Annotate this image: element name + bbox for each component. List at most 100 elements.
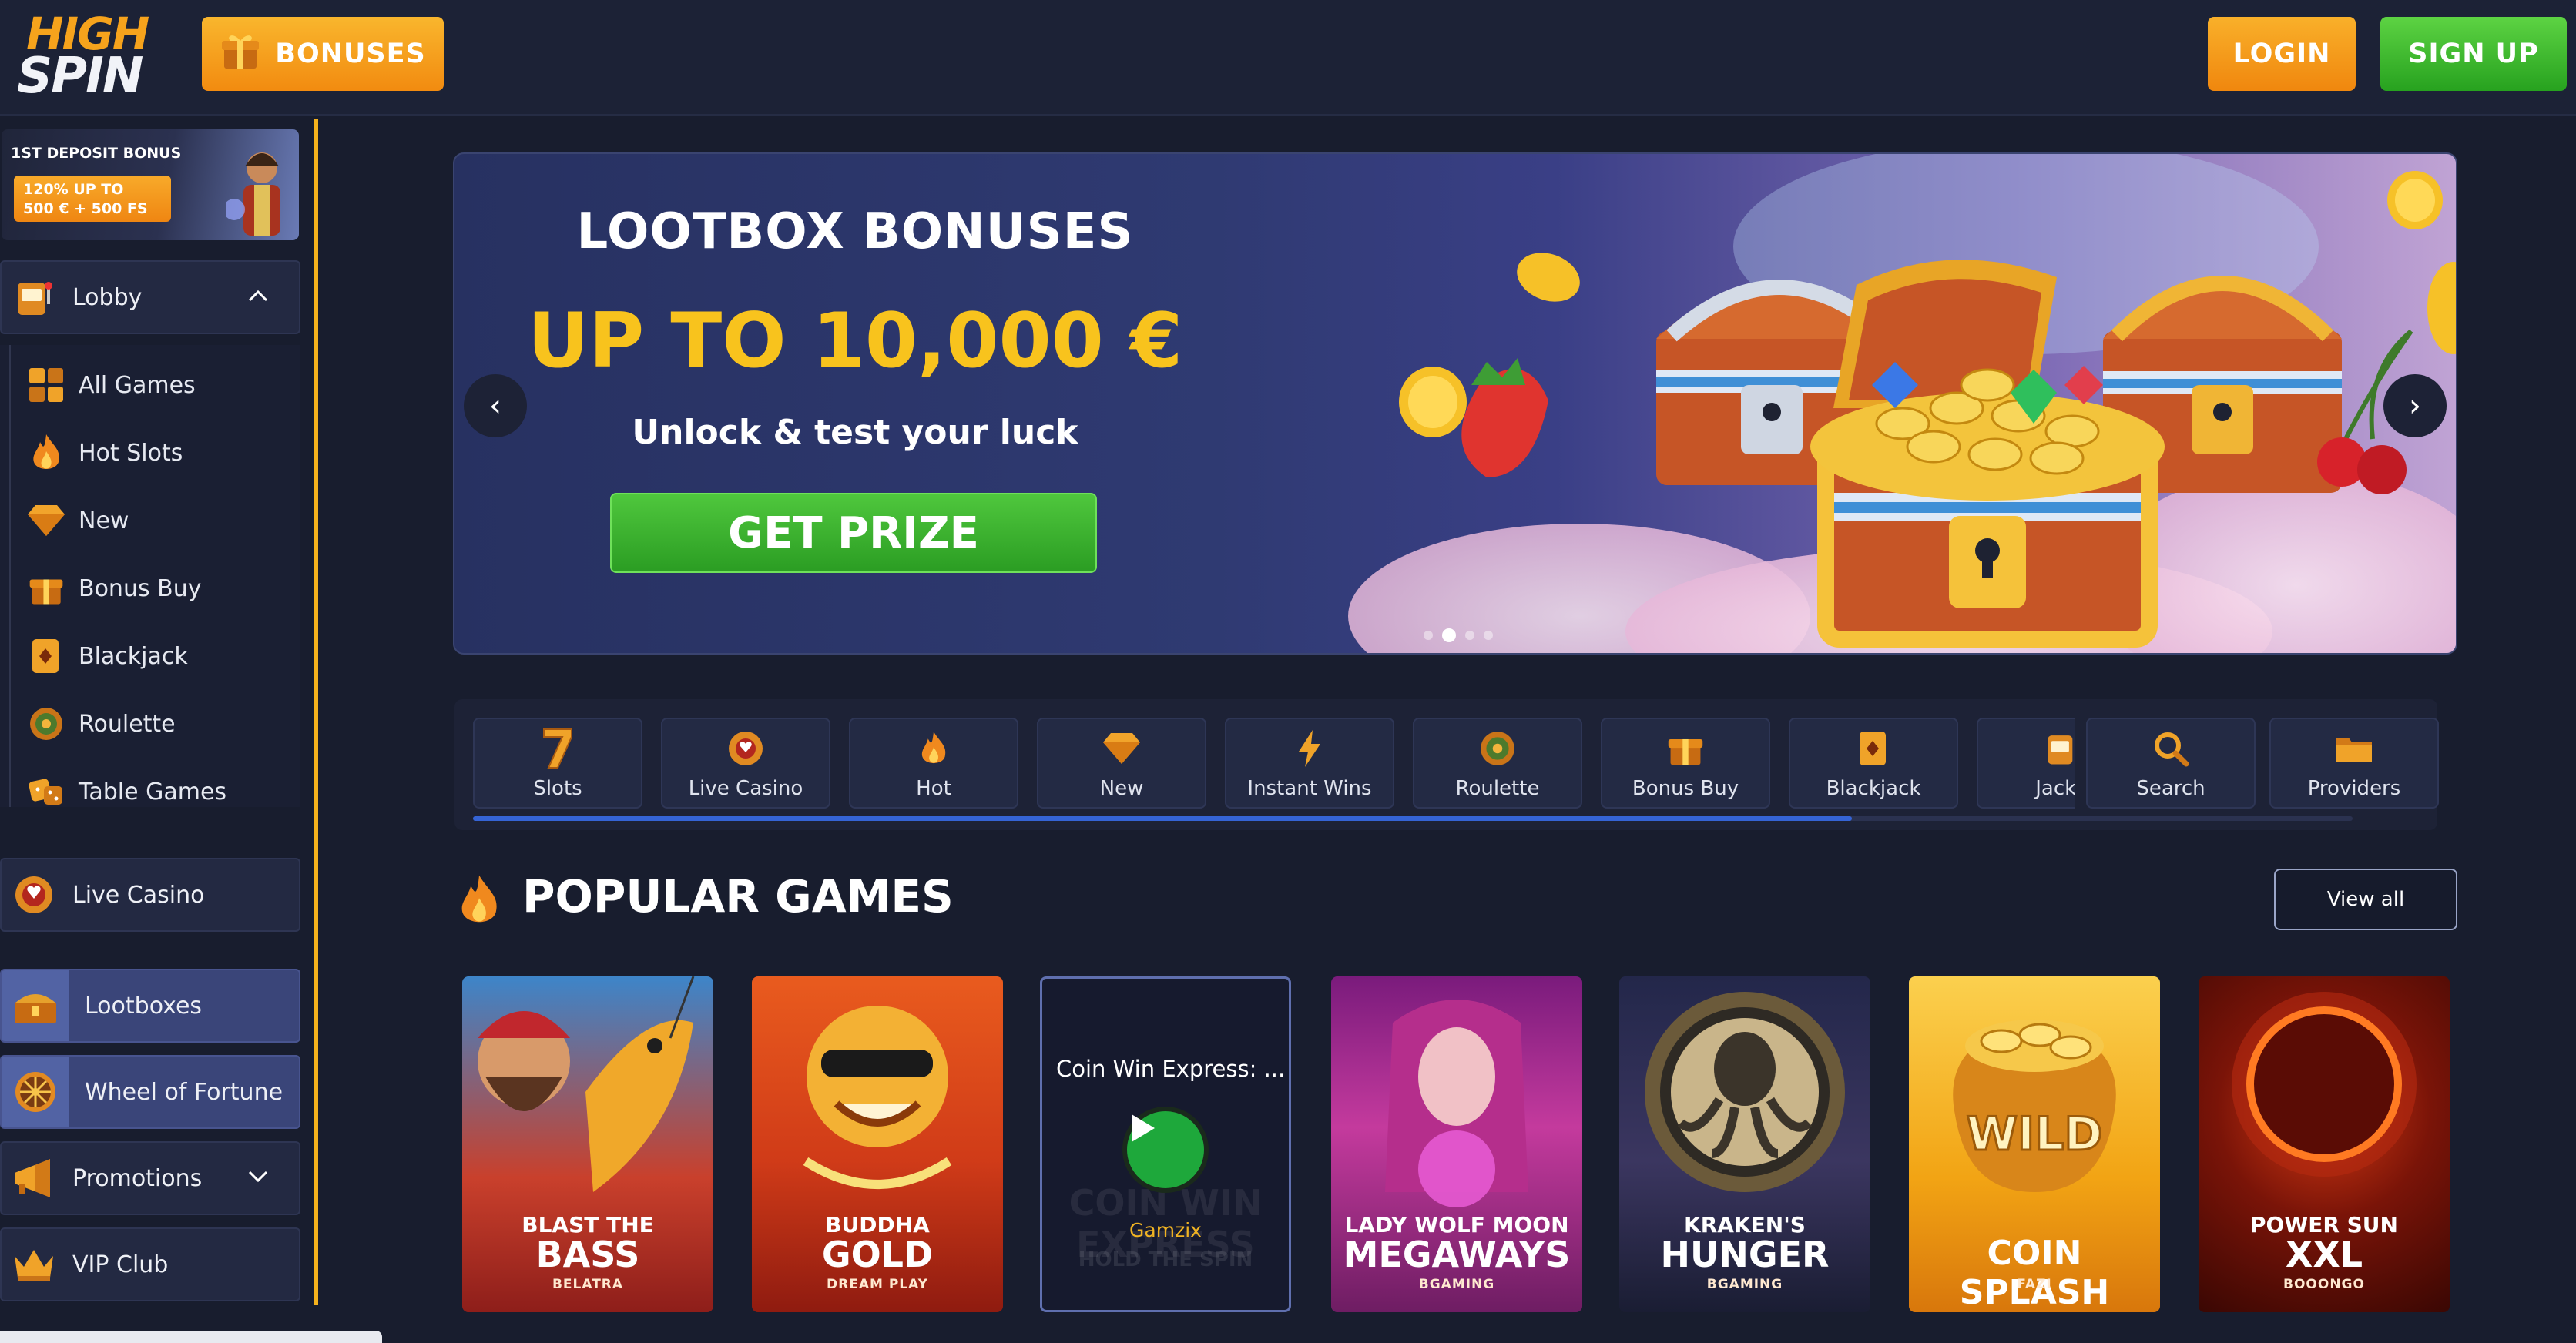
category-search[interactable]: Search bbox=[2086, 718, 2256, 809]
sidebar-item-roulette[interactable]: Roulette bbox=[23, 693, 176, 755]
search-icon bbox=[2152, 726, 2189, 771]
play-icon bbox=[1132, 1114, 1155, 1142]
carousel-dot[interactable] bbox=[1484, 631, 1493, 640]
category-label: Slots bbox=[533, 777, 582, 800]
crown-icon bbox=[11, 1241, 57, 1288]
game-title: XXL bbox=[2285, 1234, 2363, 1275]
view-all-button[interactable]: View all bbox=[2274, 869, 2457, 930]
game-card-power-sun-xxl[interactable]: POWER SUN XXL BOOONGO bbox=[2199, 976, 2450, 1312]
game-card-buddha-gold[interactable]: BUDDHA GOLD DREAM PLAY bbox=[752, 976, 1003, 1312]
category-label: Providers bbox=[2307, 777, 2401, 800]
get-prize-button[interactable]: GET PRIZE bbox=[610, 493, 1097, 573]
cards-icon bbox=[23, 633, 69, 679]
dice-icon bbox=[23, 769, 69, 815]
category-hot[interactable]: Hot bbox=[849, 718, 1018, 809]
sidebar-item-bonus-buy[interactable]: Bonus Buy bbox=[23, 558, 201, 619]
sidebar-item-label: Hot Slots bbox=[79, 439, 183, 467]
sidebar-item-live-casino[interactable]: Live Casino bbox=[0, 858, 300, 932]
game-card-coin-splash[interactable]: WILD COIN SPLASH FAZI bbox=[1909, 976, 2160, 1312]
game-provider: BOOONGO bbox=[2283, 1277, 2365, 1292]
bonuses-label: BONUSES bbox=[275, 39, 426, 69]
treasure-chests-illustration bbox=[1348, 154, 2456, 653]
sidebar-item-label: Table Games bbox=[79, 778, 227, 805]
sidebar-item-all-games[interactable]: All Games bbox=[23, 354, 196, 416]
sidebar-item-hot-slots[interactable]: Hot Slots bbox=[23, 422, 183, 484]
popular-games-title: POPULAR GAMES bbox=[522, 870, 954, 923]
game-card-lady-wolf-moon-megaways[interactable]: LADY WOLF MOON MEGAWAYS BGAMING bbox=[1331, 976, 1582, 1312]
category-blackjack[interactable]: Blackjack bbox=[1789, 718, 1958, 809]
promo-offer-line1: 120% UP TO bbox=[23, 181, 124, 198]
category-slots[interactable]: Slots bbox=[473, 718, 642, 809]
sidebar-item-label: Lootboxes bbox=[85, 992, 203, 1020]
banner-amount: UP TO 10,000 € bbox=[527, 297, 1183, 385]
sidebar-item-wheel-of-fortune[interactable]: Wheel of Fortune bbox=[0, 1055, 300, 1129]
seven-icon bbox=[541, 726, 575, 771]
category-instant-wins[interactable]: Instant Wins bbox=[1225, 718, 1394, 809]
banner-subtitle: Unlock & test your luck bbox=[632, 413, 1078, 452]
carousel-pagination bbox=[1424, 628, 1493, 642]
first-deposit-promo-card[interactable]: 1ST DEPOSIT BONUS 120% UP TO 500 € + 500… bbox=[2, 129, 299, 240]
banner-title: LOOTBOX BONUSES bbox=[576, 203, 1134, 260]
category-label: Search bbox=[2136, 777, 2205, 800]
bonuses-button[interactable]: BONUSES bbox=[202, 17, 444, 91]
category-roulette[interactable]: Roulette bbox=[1413, 718, 1582, 809]
sidebar-item-vip-club[interactable]: VIP Club bbox=[0, 1227, 300, 1301]
signup-button[interactable]: SIGN UP bbox=[2380, 17, 2567, 91]
carousel-dot-active[interactable] bbox=[1442, 628, 1456, 642]
carousel-dot[interactable] bbox=[1424, 631, 1433, 640]
sidebar-item-lootboxes[interactable]: Lootboxes bbox=[0, 969, 300, 1043]
category-strip-fixed: Search Providers bbox=[2075, 699, 2439, 830]
top-header: HIGH SPIN BONUSES LOGIN SIGN UP bbox=[0, 0, 2576, 116]
carousel-prev-button[interactable]: ‹ bbox=[464, 374, 527, 437]
chevron-up-icon bbox=[248, 290, 268, 305]
hero-banner[interactable]: LOOTBOX BONUSES UP TO 10,000 € Unlock & … bbox=[453, 152, 2457, 655]
game-provider: BGAMING bbox=[1418, 1277, 1495, 1292]
game-card-krakens-hunger[interactable]: KRAKEN'S HUNGER BGAMING bbox=[1619, 976, 1870, 1312]
game-tagline-faded: HOLD THE SPIN bbox=[1078, 1248, 1253, 1271]
sidebar-item-new[interactable]: New bbox=[23, 490, 129, 551]
slot-machine-icon bbox=[11, 274, 57, 320]
category-scroll-thumb[interactable] bbox=[473, 816, 1852, 821]
treasure-chest-icon bbox=[2, 970, 69, 1041]
wild-badge: WILD bbox=[1965, 1107, 2104, 1163]
lightning-icon bbox=[1296, 726, 1323, 771]
game-card-blast-the-bass[interactable]: BLAST THE BASS BELATRA bbox=[462, 976, 713, 1312]
promo-offer-line2: 500 € + 500 FS bbox=[23, 200, 148, 217]
sidebar-item-label: All Games bbox=[79, 371, 196, 399]
browser-status-bar bbox=[0, 1331, 382, 1343]
play-button[interactable] bbox=[1122, 1107, 1209, 1193]
sidebar-item-table-games[interactable]: Table Games bbox=[23, 761, 226, 822]
sidebar-promotions-toggle[interactable]: Promotions bbox=[0, 1141, 300, 1215]
carousel-dot[interactable] bbox=[1465, 631, 1474, 640]
game-card-coin-win-express[interactable]: COIN WIN EXPRESS HOLD THE SPIN Coin Win … bbox=[1040, 976, 1291, 1312]
game-art-kraken-medallion bbox=[1645, 992, 1845, 1192]
game-title: GOLD bbox=[821, 1234, 934, 1275]
login-button[interactable]: LOGIN bbox=[2208, 17, 2356, 91]
flame-icon bbox=[918, 726, 949, 771]
sidebar-item-label: Promotions bbox=[72, 1164, 203, 1192]
game-provider: BGAMING bbox=[1706, 1277, 1783, 1292]
sidebar-item-label: Roulette bbox=[79, 710, 176, 738]
fortune-wheel-icon bbox=[2, 1057, 69, 1127]
grid-icon bbox=[23, 362, 69, 408]
game-title: COIN SPLASH bbox=[1959, 1234, 2110, 1312]
category-label: Roulette bbox=[1455, 777, 1540, 800]
sidebar-item-label: Blackjack bbox=[79, 642, 188, 670]
category-live-casino[interactable]: Live Casino bbox=[661, 718, 830, 809]
sidebar-lobby-toggle[interactable]: Lobby bbox=[0, 260, 300, 334]
slot-machine-icon bbox=[2044, 726, 2077, 771]
category-label: Live Casino bbox=[688, 777, 803, 800]
category-bonus-buy[interactable]: Bonus Buy bbox=[1601, 718, 1770, 809]
carousel-next-button[interactable]: › bbox=[2383, 374, 2447, 437]
flame-icon bbox=[23, 430, 69, 476]
promo-character-illustration bbox=[226, 152, 280, 236]
gift-icon bbox=[1666, 726, 1705, 771]
chevron-down-icon bbox=[248, 1171, 268, 1186]
sidebar-item-blackjack[interactable]: Blackjack bbox=[23, 625, 188, 687]
sidebar-lobby-label: Lobby bbox=[72, 283, 143, 311]
category-providers[interactable]: Providers bbox=[2269, 718, 2439, 809]
category-label: Hot bbox=[916, 777, 951, 800]
site-logo[interactable]: HIGH SPIN bbox=[8, 5, 185, 105]
category-jackpot[interactable]: Jackp bbox=[1977, 718, 2077, 809]
category-new[interactable]: New bbox=[1037, 718, 1206, 809]
